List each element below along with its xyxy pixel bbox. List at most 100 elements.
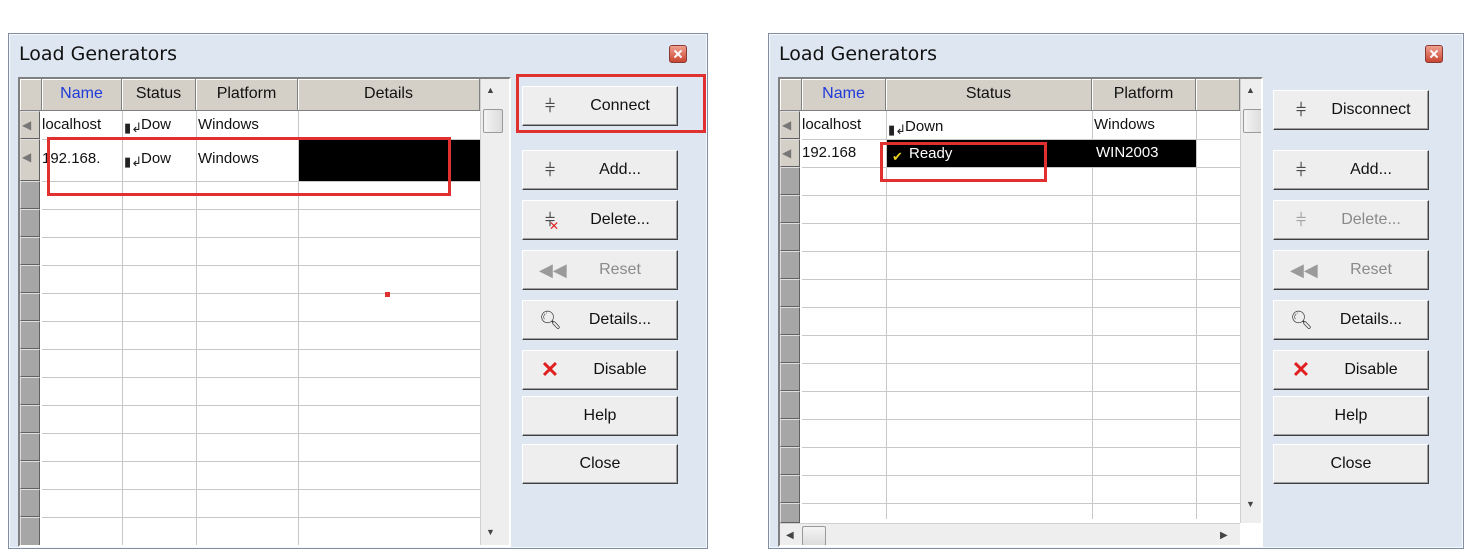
- close-button[interactable]: Close: [522, 444, 678, 484]
- cell-name[interactable]: 192.168: [802, 143, 885, 163]
- column-header-blank[interactable]: [1196, 79, 1240, 111]
- load-generators-dialog-right: Load Generators Name Status Platform ◀ ◀: [768, 33, 1464, 549]
- delete-button[interactable]: ⫩ Delete...: [1273, 200, 1429, 240]
- row-header[interactable]: ◀: [780, 139, 800, 167]
- row-header[interactable]: [20, 237, 40, 265]
- row-header[interactable]: [780, 363, 800, 391]
- row-header[interactable]: [780, 195, 800, 223]
- network-plug-icon: ⫩: [1295, 100, 1307, 120]
- reset-button[interactable]: ◀◀ Reset: [522, 250, 678, 290]
- row-header[interactable]: [780, 475, 800, 503]
- column-header-name[interactable]: Name: [802, 79, 886, 111]
- row-header[interactable]: [20, 209, 40, 237]
- row-header-corner: [20, 79, 42, 111]
- row-header[interactable]: [780, 223, 800, 251]
- close-button[interactable]: Close: [1273, 444, 1429, 484]
- dialog-title: Load Generators: [779, 43, 938, 65]
- title-bar: Load Generators: [769, 34, 1463, 78]
- row-header[interactable]: [780, 307, 800, 335]
- red-x-icon: ✕: [540, 357, 560, 382]
- scroll-left-icon[interactable]: ◀: [786, 530, 794, 541]
- row-header[interactable]: [20, 377, 40, 405]
- vertical-scrollbar[interactable]: ▲ ▼: [1240, 79, 1261, 523]
- row-header[interactable]: [20, 461, 40, 489]
- row-pointer-icon: ◀: [782, 146, 792, 160]
- highlight-box-ready: [880, 142, 1047, 182]
- row-header[interactable]: [780, 167, 800, 195]
- horizontal-scrollbar[interactable]: ◀ ▶: [780, 523, 1240, 545]
- row-header-corner: [780, 79, 802, 111]
- column-header-details[interactable]: Details: [298, 79, 480, 111]
- scroll-thumb[interactable]: [483, 109, 503, 133]
- hscroll-thumb[interactable]: [802, 526, 826, 545]
- column-header-status[interactable]: Status: [886, 79, 1092, 111]
- details-button[interactable]: 🔍︎ Details...: [522, 300, 678, 340]
- magnifier-document-icon: 🔍︎: [539, 310, 562, 330]
- scroll-right-icon[interactable]: ▶: [1220, 530, 1228, 541]
- cell-status[interactable]: ▮↲Down: [888, 117, 1088, 138]
- cell-platform[interactable]: Windows: [198, 115, 296, 135]
- row-header[interactable]: [780, 503, 800, 523]
- cell-platform[interactable]: Windows: [1094, 115, 1194, 135]
- row-header[interactable]: [20, 517, 40, 545]
- column-header-platform[interactable]: Platform: [196, 79, 298, 111]
- row-header[interactable]: [20, 181, 40, 209]
- row-pointer-icon: ◀: [22, 150, 32, 164]
- cell-status[interactable]: ▮↲Dow: [124, 115, 196, 136]
- column-header-status[interactable]: Status: [122, 79, 196, 111]
- row-header[interactable]: [20, 349, 40, 377]
- red-dot-marker: [385, 292, 390, 297]
- add-button[interactable]: ⫩ Add...: [1273, 150, 1429, 190]
- row-pointer-icon: ◀: [782, 118, 792, 132]
- column-header-name[interactable]: Name: [42, 79, 122, 111]
- red-x-icon: ✕: [1291, 357, 1311, 382]
- add-button[interactable]: ⫩ Add...: [522, 150, 678, 190]
- scroll-up-icon[interactable]: ▲: [486, 85, 495, 95]
- row-header[interactable]: [780, 419, 800, 447]
- delete-generator-icon: ⫩: [1295, 210, 1307, 230]
- disconnect-button[interactable]: ⫩ Disconnect: [1273, 90, 1429, 130]
- help-button[interactable]: Help: [522, 396, 678, 436]
- row-header[interactable]: [20, 321, 40, 349]
- highlight-box-row: [47, 137, 451, 196]
- machine-down-icon: ▮↲: [124, 120, 143, 135]
- scroll-down-icon[interactable]: ▼: [1246, 499, 1255, 509]
- disable-button[interactable]: ✕ Disable: [522, 350, 678, 390]
- row-header[interactable]: [20, 489, 40, 517]
- column-header-platform[interactable]: Platform: [1092, 79, 1196, 111]
- network-plug-icon: ⫩: [1295, 160, 1307, 180]
- details-button[interactable]: 🔍︎ Details...: [1273, 300, 1429, 340]
- close-window-icon[interactable]: [669, 45, 687, 63]
- highlight-box-connect: [516, 74, 706, 133]
- scroll-thumb[interactable]: [1243, 109, 1261, 133]
- cell-platform[interactable]: WIN2003: [1096, 143, 1194, 163]
- machine-down-icon: ▮↲: [888, 122, 907, 137]
- scroll-up-icon[interactable]: ▲: [1246, 85, 1255, 95]
- row-header[interactable]: [20, 265, 40, 293]
- magnifier-document-icon: 🔍︎: [1290, 310, 1313, 330]
- row-header[interactable]: [780, 335, 800, 363]
- delete-generator-icon: ⫩ ✕: [544, 210, 560, 233]
- row-header[interactable]: [20, 433, 40, 461]
- cell-name[interactable]: localhost: [42, 115, 121, 135]
- row-header[interactable]: ◀: [20, 139, 40, 181]
- row-header[interactable]: ◀: [780, 111, 800, 139]
- disable-button[interactable]: ✕ Disable: [1273, 350, 1429, 390]
- help-button[interactable]: Help: [1273, 396, 1429, 436]
- row-header[interactable]: [20, 405, 40, 433]
- scroll-down-icon[interactable]: ▼: [486, 527, 495, 537]
- row-header[interactable]: [780, 251, 800, 279]
- vertical-scrollbar[interactable]: ▲ ▼: [480, 79, 509, 545]
- row-header[interactable]: [780, 391, 800, 419]
- dialog-title: Load Generators: [19, 43, 178, 65]
- row-header[interactable]: [780, 447, 800, 475]
- row-header[interactable]: ◀: [20, 111, 40, 139]
- rewind-icon: ◀◀: [1290, 260, 1318, 280]
- delete-button[interactable]: ⫩ ✕ Delete...: [522, 200, 678, 240]
- cell-name[interactable]: localhost: [802, 115, 885, 135]
- network-plug-icon: ⫩: [544, 160, 556, 180]
- reset-button[interactable]: ◀◀ Reset: [1273, 250, 1429, 290]
- row-header[interactable]: [780, 279, 800, 307]
- row-header[interactable]: [20, 293, 40, 321]
- close-window-icon[interactable]: [1425, 45, 1443, 63]
